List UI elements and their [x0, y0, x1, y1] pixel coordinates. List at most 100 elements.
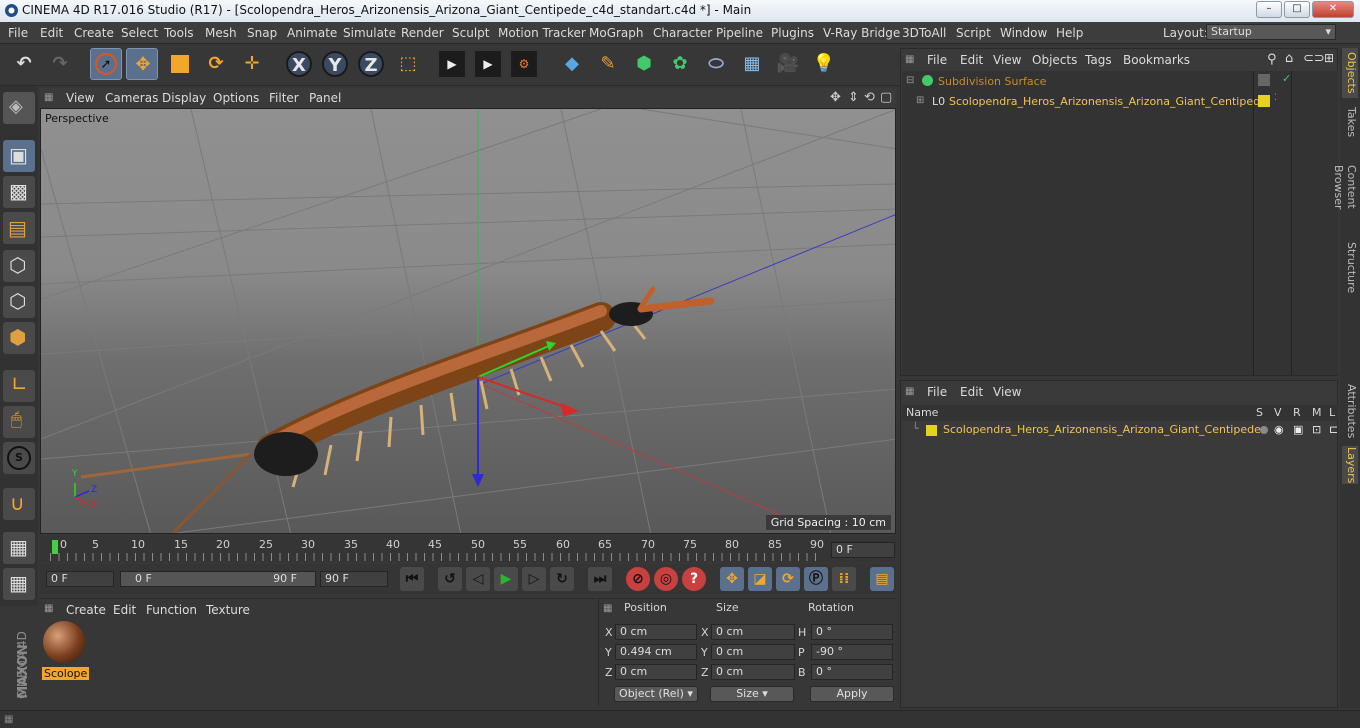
menu-plugins[interactable]: Plugins	[771, 26, 814, 40]
tab-takes[interactable]: Takes	[1342, 104, 1358, 140]
link-icon[interactable]: ⊂⊃	[1303, 51, 1325, 66]
menu-help[interactable]: Help	[1056, 26, 1083, 40]
move-tool-button[interactable]: ✥	[126, 48, 158, 80]
planar-workplane-button[interactable]: ▦	[3, 568, 35, 600]
layer-color-swatch[interactable]	[926, 425, 937, 436]
tab-content-browser[interactable]: Content Browser	[1332, 144, 1358, 230]
menu-tools[interactable]: Tools	[164, 26, 194, 40]
solo-dot-icon[interactable]	[1260, 426, 1268, 434]
rotation-h-field[interactable]: 0 °	[811, 624, 893, 640]
menu-pipeline[interactable]: Pipeline	[716, 26, 763, 40]
menu-sculpt[interactable]: Sculpt	[452, 26, 489, 40]
key-rotation-button[interactable]: ⟳	[776, 567, 800, 591]
rotation-p-field[interactable]: -90 °	[811, 644, 893, 660]
key-pla-button[interactable]: ⁞⁞	[832, 567, 856, 591]
last-tool-button[interactable]: ✛	[236, 48, 268, 80]
size-mode-dropdown[interactable]: Size ▾	[710, 686, 794, 702]
viewport-menu-display[interactable]: Display	[162, 91, 206, 105]
home-icon[interactable]: ⌂	[1285, 51, 1293, 66]
autokey-button[interactable]: ◎	[654, 567, 678, 591]
menu-motion-tracker[interactable]: Motion Tracker	[498, 26, 586, 40]
record-button[interactable]: ⊘	[626, 567, 650, 591]
make-editable-button[interactable]: ◈	[3, 92, 35, 124]
edges-mode-button[interactable]: ⬡	[3, 286, 35, 318]
coordinate-mode-dropdown[interactable]: Object (Rel) ▾	[614, 686, 698, 702]
search-icon[interactable]: ⚲	[1267, 52, 1277, 67]
object-menu-edit[interactable]: Edit	[960, 53, 983, 67]
apply-button[interactable]: Apply	[810, 686, 894, 702]
go-to-end-button[interactable]: ⏭	[588, 567, 612, 591]
viewport-maximize-icon[interactable]: ▢	[880, 90, 892, 105]
position-x-field[interactable]: 0 cm	[615, 624, 697, 640]
key-parameter-button[interactable]: Ⓟ	[804, 567, 828, 591]
size-x-field[interactable]: 0 cm	[711, 624, 795, 640]
expand-icon[interactable]: ⊞	[916, 95, 924, 106]
menu-character[interactable]: Character	[653, 26, 712, 40]
object-menu-bookmarks[interactable]: Bookmarks	[1123, 53, 1190, 67]
material-menu-texture[interactable]: Texture	[206, 603, 250, 617]
previous-frame-button[interactable]: ◁	[466, 567, 490, 591]
viewport-zoom-icon[interactable]: ⇕	[848, 90, 859, 105]
layer-name[interactable]: Scolopendra_Heros_Arizonensis_Arizona_Gi…	[943, 423, 1261, 436]
object-menu-tags[interactable]: Tags	[1085, 53, 1112, 67]
object-row-subdivision[interactable]: ⊟ Subdivision Surface	[902, 73, 1252, 91]
rotation-b-field[interactable]: 0 °	[811, 664, 893, 680]
enabled-check-icon[interactable]: ✓	[1282, 72, 1291, 85]
layout-dropdown[interactable]: Startup ▾	[1206, 24, 1336, 40]
maximize-button[interactable]: □	[1284, 1, 1310, 18]
light-button[interactable]: 💡	[808, 48, 840, 80]
locked-workplane-button[interactable]: ▦	[3, 532, 35, 564]
tab-objects[interactable]: Objects	[1342, 48, 1358, 98]
start-frame-field[interactable]: 0 F	[46, 571, 114, 587]
menu-select[interactable]: Select	[121, 26, 158, 40]
z-axis-button[interactable]: Z	[355, 48, 387, 80]
magnet-button[interactable]: ∪	[3, 488, 35, 520]
viewport-menu-filter[interactable]: Filter	[269, 91, 299, 105]
axis-mode-button[interactable]: ∟	[3, 370, 35, 402]
camera-button[interactable]: 🎥	[772, 48, 804, 80]
key-scale-button[interactable]: ◪	[748, 567, 772, 591]
undo-button[interactable]: ↶	[8, 48, 40, 80]
position-z-field[interactable]: 0 cm	[615, 664, 697, 680]
tab-layers[interactable]: Layers	[1342, 446, 1358, 484]
render-icon[interactable]: ▣	[1293, 423, 1303, 436]
menu-window[interactable]: Window	[1000, 26, 1047, 40]
menu-mograph[interactable]: MoGraph	[589, 26, 644, 40]
points-mode-button[interactable]: ⬡	[3, 250, 35, 282]
layer-badge-icon[interactable]	[1258, 74, 1270, 86]
end-frame-field[interactable]: 90 F	[320, 571, 388, 587]
menu-3dtoall[interactable]: 3DToAll	[902, 26, 946, 40]
viewport-menu-options[interactable]: Options	[213, 91, 259, 105]
render-view-button[interactable]: ▶	[436, 48, 468, 80]
material-name-label[interactable]: Scolope	[42, 667, 90, 680]
layer-menu-view[interactable]: View	[993, 385, 1021, 399]
viewport-menu-panel[interactable]: Panel	[309, 91, 341, 105]
select-tool-button[interactable]: ➚	[90, 48, 122, 80]
pen-spline-button[interactable]: ✎	[592, 48, 624, 80]
object-menu-file[interactable]: File	[927, 53, 947, 67]
next-frame-button[interactable]: ▷	[522, 567, 546, 591]
texture-mode-button[interactable]: ▩	[3, 176, 35, 208]
workplane-mode-button[interactable]: ▤	[3, 212, 35, 244]
manager-icon[interactable]: ⊡	[1312, 423, 1321, 436]
coordinate-system-button[interactable]: ⬚	[392, 48, 424, 80]
timeline-window-button[interactable]: ▤	[870, 567, 894, 591]
frame-range-slider[interactable]: 0 F 90 F	[120, 571, 316, 587]
collapse-icon[interactable]: ⊟	[906, 75, 914, 86]
layer-menu-file[interactable]: File	[927, 385, 947, 399]
viewport-menu-cameras[interactable]: Cameras	[105, 91, 158, 105]
size-z-field[interactable]: 0 cm	[711, 664, 795, 680]
object-menu-view[interactable]: View	[993, 53, 1021, 67]
position-y-field[interactable]: 0.494 cm	[615, 644, 697, 660]
layer-menu-edit[interactable]: Edit	[960, 385, 983, 399]
menu-file[interactable]: File	[8, 26, 28, 40]
viewport-menu-view[interactable]: View	[66, 91, 94, 105]
size-y-field[interactable]: 0 cm	[711, 644, 795, 660]
minimize-button[interactable]: –	[1256, 1, 1282, 18]
redo-button[interactable]: ↷	[44, 48, 76, 80]
x-axis-button[interactable]: X	[283, 48, 315, 80]
scale-tool-button[interactable]	[164, 48, 196, 80]
current-frame-field[interactable]: 0 F	[831, 542, 895, 558]
viewport-perspective[interactable]: Perspective Y Z X Grid Spacing : 10 cm	[40, 108, 896, 534]
cube-object-button[interactable]: ◆	[556, 48, 588, 80]
